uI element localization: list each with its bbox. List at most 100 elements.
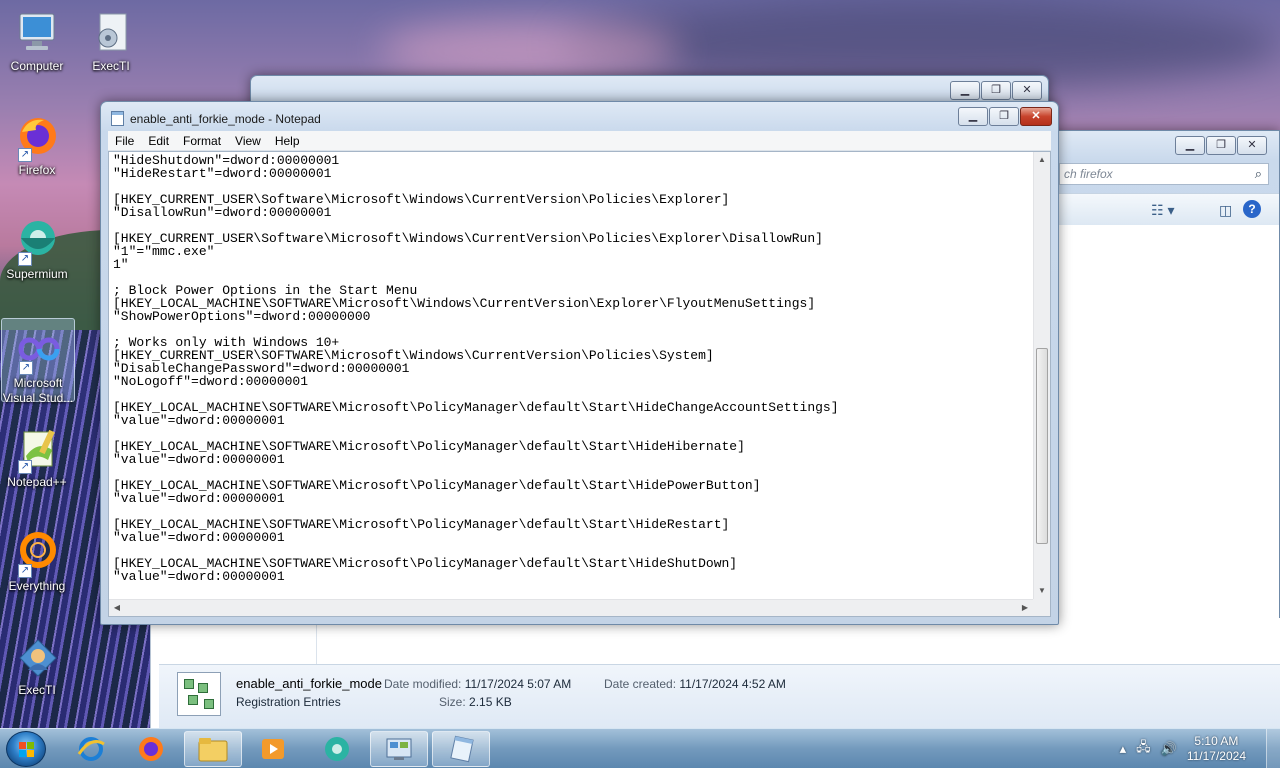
desktop-icon-label: Computer [10, 59, 64, 73]
search-input[interactable]: ch firefox ⌕ [1059, 163, 1269, 185]
scroll-down-arrow-icon[interactable]: ▼ [1034, 583, 1050, 599]
maximize-button[interactable]: ❐ [1206, 136, 1236, 155]
details-pane: enable_anti_forkie_mode Date modified: 1… [159, 664, 1280, 728]
file-size-label: Size: [439, 695, 466, 709]
text-editor[interactable]: "HideShutdown"=dword:00000001 "HideResta… [108, 151, 1051, 617]
network-icon[interactable]: 🖧 [1136, 738, 1151, 760]
taskbar-media-player[interactable] [244, 731, 302, 767]
file-type: Registration Entries [236, 695, 341, 709]
notepad-window[interactable]: enable_anti_forkie_mode - Notepad ▁ ❐ ✕ … [100, 101, 1059, 625]
everything-icon: ↗ [14, 530, 60, 578]
clock-time: 5:10 AM [1194, 734, 1239, 748]
desktop-icon-computer[interactable]: Computer [0, 10, 74, 74]
scroll-up-arrow-icon[interactable]: ▲ [1034, 152, 1050, 168]
taskbar-file-explorer[interactable] [184, 731, 242, 767]
media-player-icon [262, 739, 284, 759]
explorer-window[interactable]: ▁ ❐ ✕ ch firefox ⌕ ☷ ▾ ◫ ? [1044, 130, 1280, 640]
date-modified-value: 11/17/2024 5:07 AM [464, 677, 572, 691]
explorer-caption-buttons: ▁ ❐ ✕ [1174, 136, 1267, 155]
desktop-icon-label: ExecTI [92, 59, 130, 73]
minimize-button[interactable]: ▁ [950, 81, 980, 100]
maximize-button[interactable]: ❐ [989, 107, 1019, 126]
scroll-right-arrow-icon[interactable]: ▶ [1017, 600, 1033, 616]
desktop-icon-firefox[interactable]: ↗ Firefox [0, 114, 74, 178]
menu-bar: File Edit Format View Help [108, 131, 1051, 151]
windows-logo-icon [19, 742, 35, 758]
registry-file-icon [177, 672, 221, 716]
date-created-value: 11/17/2024 4:52 AM [679, 677, 786, 691]
notepad-caption-buttons: ▁ ❐ ✕ [957, 107, 1052, 126]
menu-help[interactable]: Help [268, 134, 307, 148]
scrollbar-corner [1033, 599, 1050, 616]
file-name: enable_anti_forkie_mode [236, 676, 382, 691]
menu-view[interactable]: View [228, 134, 268, 148]
editor-text[interactable]: "HideShutdown"=dword:00000001 "HideResta… [113, 154, 839, 583]
show-desktop-button[interactable] [1266, 729, 1280, 768]
window-title: enable_anti_forkie_mode - Notepad [130, 111, 321, 126]
minimize-button[interactable]: ▁ [958, 107, 988, 126]
file-size: Size: 2.15 KB [439, 695, 512, 709]
computer-icon [14, 10, 60, 56]
minimize-button[interactable]: ▁ [1175, 136, 1205, 155]
taskbar-supermium[interactable] [308, 731, 366, 767]
scroll-left-arrow-icon[interactable]: ◀ [109, 600, 125, 616]
desktop-icon-label: Visual Stud... [2, 391, 74, 405]
shortcut-arrow-icon: ↗ [18, 252, 32, 266]
date-modified: Date modified: 11/17/2024 5:07 AM [384, 677, 571, 691]
navigation-pane[interactable] [159, 624, 317, 664]
shortcut-arrow-icon: ↗ [18, 460, 32, 474]
preview-pane-icon[interactable]: ◫ [1219, 202, 1232, 219]
shortcut-arrow-icon: ↗ [18, 148, 32, 162]
notepad-icon [111, 111, 124, 126]
supermium-icon: ↗ [14, 218, 60, 266]
background-window-caption-buttons: ▁ ❐ ✕ [949, 81, 1042, 100]
desktop-icon-visual-studio[interactable]: ↗ Microsoft Visual Stud... [1, 318, 75, 405]
shortcut-arrow-icon: ↗ [18, 564, 32, 578]
desktop-icon-notepadpp[interactable]: ↗ Notepad++ [0, 426, 74, 490]
desktop-icon-label: ExecTI [18, 683, 56, 697]
taskbar-firefox[interactable] [122, 731, 180, 767]
system-tray: ▴ 🖧 🔊 5:10 AM 11/17/2024 [1120, 729, 1280, 768]
volume-icon[interactable]: 🔊 [1161, 741, 1177, 757]
close-button[interactable]: ✕ [1020, 107, 1052, 126]
menu-edit[interactable]: Edit [141, 134, 176, 148]
desktop-icon-execti[interactable]: ExecTI [74, 10, 148, 74]
view-options-icon[interactable]: ☷ ▾ [1151, 202, 1174, 219]
desktop-icon-label: Everything [8, 579, 66, 593]
maximize-button[interactable]: ❐ [981, 81, 1011, 100]
menu-format[interactable]: Format [176, 134, 228, 148]
taskbar-notepad[interactable] [432, 731, 490, 767]
firefox-icon: ↗ [14, 114, 60, 162]
firefox-icon [139, 737, 163, 761]
execti-icon [88, 10, 134, 56]
clock[interactable]: 5:10 AM 11/17/2024 [1187, 734, 1246, 764]
explorer-file-list[interactable] [1059, 225, 1279, 639]
vertical-scrollbar[interactable]: ▲ ▼ [1033, 152, 1050, 599]
date-modified-label: Date modified: [384, 677, 462, 691]
menu-file[interactable]: File [108, 134, 141, 148]
help-icon[interactable]: ? [1243, 200, 1261, 218]
start-button[interactable] [6, 731, 46, 767]
close-button[interactable]: ✕ [1012, 81, 1042, 100]
date-created-label: Date created: [604, 677, 677, 691]
desktop-icon-execti-2[interactable]: ExecTI [0, 634, 74, 698]
window-title-bar[interactable]: enable_anti_forkie_mode - Notepad [111, 111, 321, 126]
background-glow [380, 20, 680, 80]
scrollbar-thumb[interactable] [1036, 348, 1048, 544]
close-button[interactable]: ✕ [1237, 136, 1267, 155]
taskbar-control-panel[interactable] [370, 731, 428, 767]
supermium-icon [325, 737, 349, 761]
desktop-icon-label: Microsoft [13, 376, 63, 390]
search-icon[interactable]: ⌕ [1255, 166, 1262, 182]
taskbar-internet-explorer[interactable] [62, 731, 120, 767]
file-explorer-icon [198, 738, 228, 762]
clock-date: 11/17/2024 [1186, 749, 1246, 763]
search-placeholder: ch firefox [1064, 167, 1113, 181]
desktop-icon-supermium[interactable]: ↗ Supermium [0, 218, 74, 282]
desktop-icon-everything[interactable]: ↗ Everything [0, 530, 74, 594]
desktop-icon-label: Notepad++ [7, 475, 67, 489]
horizontal-scrollbar[interactable]: ◀ ▶ [109, 599, 1033, 616]
show-hidden-icons-icon[interactable]: ▴ [1120, 741, 1127, 757]
visual-studio-icon: ↗ [15, 327, 61, 375]
date-created: Date created: 11/17/2024 4:52 AM [604, 677, 786, 691]
